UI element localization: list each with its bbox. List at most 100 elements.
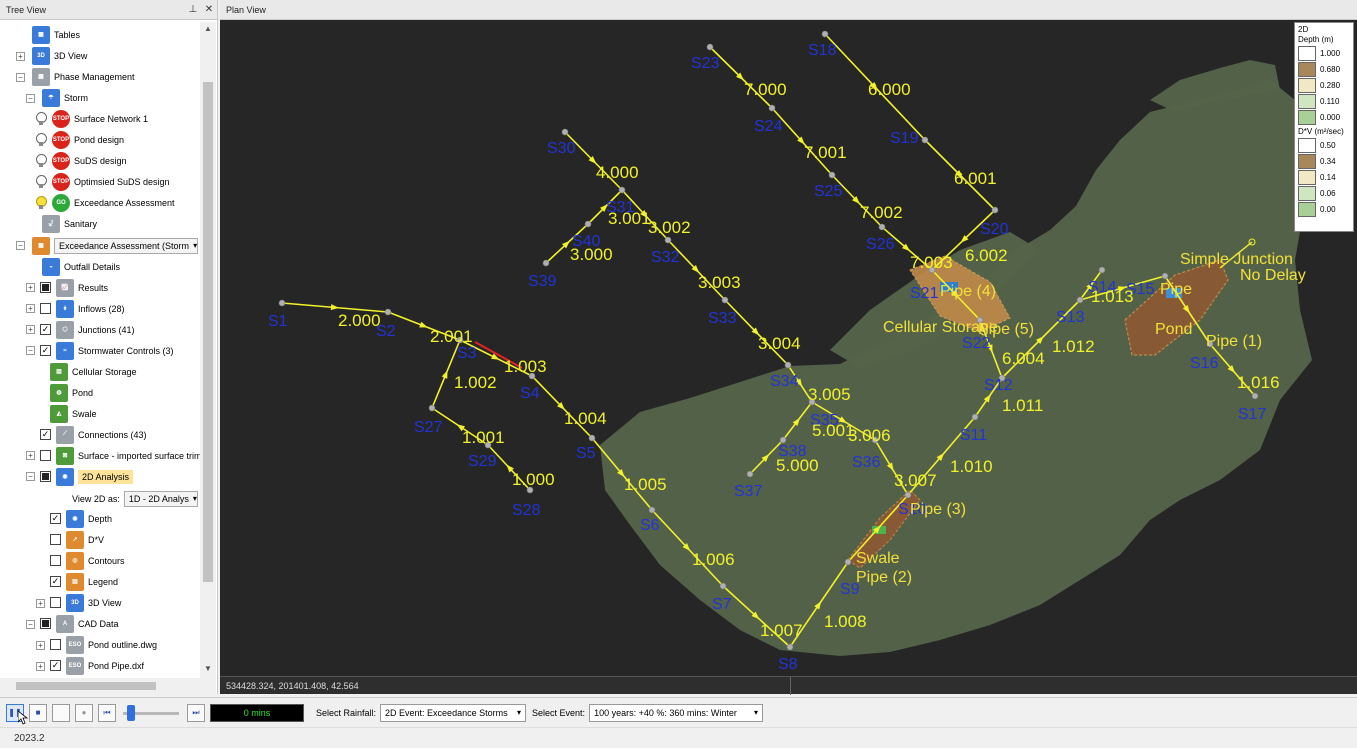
tree-item-tables[interactable]: ▦ Tables xyxy=(32,24,80,45)
tree-item-optimised-suds-design[interactable]: STOP Optimsied SuDS design xyxy=(36,171,170,192)
tree-item-exceedance-assessment[interactable]: GO Exceedance Assessment xyxy=(36,192,175,213)
bulb-icon[interactable] xyxy=(36,153,47,168)
tree-item-connections[interactable]: ✓ ⟋ Connections (43) xyxy=(40,424,147,445)
rainfall-select[interactable]: 2D Event: Exceedance Storms ▾ xyxy=(380,703,527,722)
phase-dropdown-value: Exceedance Assessment (Storm xyxy=(59,240,190,251)
tree-item-dv[interactable]: ↗ D*V xyxy=(50,529,104,550)
stop-button[interactable]: ■ xyxy=(29,703,47,722)
checkbox[interactable] xyxy=(50,639,61,650)
bulb-icon[interactable] xyxy=(36,174,47,189)
tree-item-storm[interactable]: ☂ Storm xyxy=(42,87,88,108)
expand-toggle[interactable]: + xyxy=(26,451,35,460)
expand-toggle[interactable]: + xyxy=(26,283,35,292)
tree-item-surface-network-1[interactable]: STOP Surface Network 1 xyxy=(36,108,148,129)
tree-item-label: Surface Network 1 xyxy=(74,113,149,124)
pipe-label: 1.000 xyxy=(512,470,555,489)
tree-item-label: Outfall Details xyxy=(64,261,121,272)
blank-button[interactable] xyxy=(52,703,70,722)
record-button[interactable]: ● xyxy=(75,703,93,722)
tree-item-junctions[interactable]: ✓ ⬡ Junctions (41) xyxy=(40,319,135,340)
tree-item-pond-outline[interactable]: ESO Pond outline.dwg xyxy=(50,634,157,655)
bulb-icon[interactable] xyxy=(36,111,47,126)
tree-item-swale[interactable]: ◭ Swale xyxy=(50,403,97,424)
expand-toggle[interactable]: + xyxy=(16,52,25,61)
checkbox[interactable]: ✓ xyxy=(40,429,51,440)
expand-toggle[interactable]: − xyxy=(26,346,35,355)
expand-toggle[interactable]: − xyxy=(16,73,25,82)
plan-view-header: Plan View xyxy=(220,0,1357,20)
skip-end-button[interactable]: ⏭ xyxy=(187,703,205,722)
tree-item-label: Swale xyxy=(72,408,97,419)
checkbox[interactable] xyxy=(40,450,51,461)
event-select[interactable]: 100 years: +40 %: 360 mins: Winter ▾ xyxy=(589,703,764,722)
tree-item-suds-design[interactable]: STOP SuDS design xyxy=(36,150,127,171)
bulb-on-icon[interactable] xyxy=(36,195,47,210)
tree-item-stormwater-controls[interactable]: ✓ ≈ Stormwater Controls (3) xyxy=(40,340,174,361)
checkbox[interactable] xyxy=(40,618,51,629)
skip-start-button[interactable]: ⏮ xyxy=(98,703,116,722)
tree-item-pond[interactable]: ◍ Pond xyxy=(50,382,93,403)
checkbox[interactable] xyxy=(40,471,51,482)
scroll-up-icon[interactable]: ▲ xyxy=(200,24,216,38)
tree-item-depth[interactable]: ✓ ◉ Depth xyxy=(50,508,112,529)
tree-item-legend[interactable]: ✓ ▤ Legend xyxy=(50,571,118,592)
slider-knob[interactable] xyxy=(127,704,135,721)
tree-item-outfall-details[interactable]: ◒ Outfall Details xyxy=(42,256,120,277)
scroll-down-icon[interactable]: ▼ xyxy=(200,664,216,678)
tree-item-pond-pipe[interactable]: ✓ ESO Pond Pipe.dxf xyxy=(50,655,144,676)
tree-item-sanitary[interactable]: 🚽 Sanitary xyxy=(42,213,97,234)
plan-map[interactable]: S1 S2 S3 S4 S5 S6 S7 S8 S9 S10 S11 S12 S13 S14 S15 S16 S… xyxy=(220,20,1357,676)
expand-toggle[interactable]: + xyxy=(36,641,45,650)
manhole-node xyxy=(1076,296,1084,304)
expand-toggle[interactable]: + xyxy=(26,325,35,334)
cellular-icon: ▤ xyxy=(50,362,68,381)
expand-toggle[interactable]: − xyxy=(26,94,35,103)
map-canvas[interactable]: S1S2S3S4S5S6S7S8S9S10S11S12S13S14 S15S16S… xyxy=(220,20,1357,676)
divider xyxy=(790,677,791,695)
map-legend: 2D Depth (m) 1.000 0.680 0.280 0.110 0.0… xyxy=(1294,22,1354,232)
bulb-icon[interactable] xyxy=(36,132,47,147)
tree-item-2d-analysis[interactable]: ◉ 2D Analysis xyxy=(40,466,134,487)
expand-toggle[interactable]: − xyxy=(26,620,35,629)
tree-vertical-scrollbar[interactable]: ▲ ▼ xyxy=(200,22,216,678)
tree-item-phase-management[interactable]: ▦ Phase Management xyxy=(32,66,135,87)
tree-item-cad-data[interactable]: A CAD Data xyxy=(40,613,119,634)
checkbox[interactable]: ✓ xyxy=(40,345,51,356)
tree-item-3d-view-sub[interactable]: 3D 3D View xyxy=(50,592,121,613)
expand-toggle[interactable]: + xyxy=(36,662,45,671)
time-slider[interactable] xyxy=(123,704,179,722)
outfall-icon: ◒ xyxy=(42,257,60,276)
pin-icon[interactable]: ⊥ xyxy=(185,4,201,15)
tree-item-inflows[interactable]: ↡ Inflows (28) xyxy=(40,298,125,319)
dv-icon: ↗ xyxy=(66,530,84,549)
checkbox[interactable] xyxy=(50,534,61,545)
tree-item-surface[interactable]: ⊠ Surface - imported surface trimr xyxy=(40,445,200,466)
tree-item-results[interactable]: 📈 Results xyxy=(40,277,108,298)
tree-item-cellular-storage[interactable]: ▤ Cellular Storage xyxy=(50,361,137,382)
checkbox[interactable]: ✓ xyxy=(50,576,61,587)
view-2d-as-dropdown[interactable]: 1D - 2D Analys ▾ xyxy=(123,490,198,507)
tree-item-3d-view[interactable]: 3D 3D View xyxy=(32,45,87,66)
checkbox[interactable]: ✓ xyxy=(50,660,61,671)
expand-toggle[interactable]: + xyxy=(26,304,35,313)
tree-item-contours[interactable]: ◎ Contours xyxy=(50,550,125,571)
checkbox[interactable] xyxy=(50,597,61,608)
pipe-label: 1.001 xyxy=(462,428,505,447)
checkbox[interactable] xyxy=(50,555,61,566)
checkbox[interactable]: ✓ xyxy=(50,513,61,524)
tree-item-pond-design[interactable]: STOP Pond design xyxy=(36,129,124,150)
tree-item-exceedance-phase[interactable]: ▦ Exceedance Assessment (Storm ▾ xyxy=(32,235,198,256)
checkbox[interactable] xyxy=(40,303,51,314)
checkbox[interactable]: ✓ xyxy=(40,324,51,335)
phase-dropdown[interactable]: Exceedance Assessment (Storm ▾ xyxy=(54,237,198,254)
tree-item-label: 3D View xyxy=(54,50,88,61)
expand-toggle[interactable]: − xyxy=(16,241,25,250)
tree-horizontal-scrollbar[interactable] xyxy=(0,678,216,694)
record-icon: ● xyxy=(81,708,87,717)
expand-toggle[interactable]: − xyxy=(26,472,35,481)
scroll-thumb[interactable] xyxy=(16,682,156,690)
close-icon[interactable]: ✕ xyxy=(201,4,217,15)
scroll-thumb[interactable] xyxy=(203,82,213,582)
expand-toggle[interactable]: + xyxy=(36,599,45,608)
checkbox[interactable] xyxy=(40,282,51,293)
